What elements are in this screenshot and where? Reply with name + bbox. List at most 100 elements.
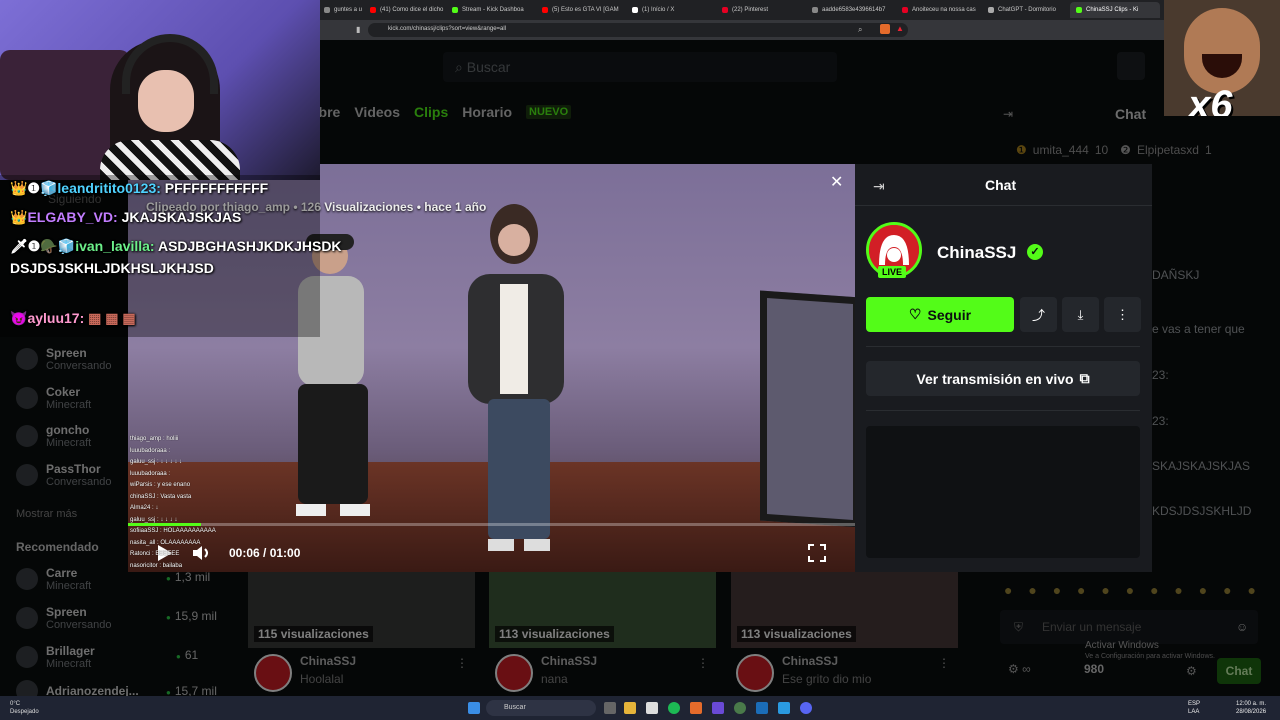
meme-overlay: x6 [1164,0,1280,116]
browser-tab[interactable]: (22) Pinterest [716,2,804,18]
share-button[interactable]: ⤴ [1020,297,1057,332]
video-progress-bar[interactable] [128,523,855,526]
tab-favicon-icon [722,7,728,13]
chat-text: PFFFFFFFFFFF [164,180,269,196]
store-icon[interactable] [646,702,658,714]
app-icon[interactable] [712,702,724,714]
more-button[interactable]: ⋮ [1104,297,1141,332]
app-icon[interactable] [778,702,790,714]
tab-label: Anoiteceu na nossa cas [912,7,976,13]
language-indicator[interactable]: ESP LAA [1188,700,1200,716]
close-icon[interactable]: ✕ [830,172,843,192]
watch-live-button[interactable]: Ver transmisión en vivo ⧉ [866,361,1140,396]
external-link-icon: ⧉ [1079,370,1090,386]
tab-label: (1) Início / X [642,7,675,13]
mini-chat-line: Alma24 : ↓ [130,505,159,511]
weather-temp: 0°C [10,701,21,707]
download-icon: ⤓ [1077,306,1084,322]
mini-chat-line: luuubadoraaa : [130,447,171,454]
browser-tab[interactable]: Stream - Kick Dashboa [446,2,534,18]
browser-tab[interactable]: aadde6583e4396614b7 [806,2,894,18]
meme-face [1184,8,1260,94]
overlay-chat-message: 😈ayluu17: ▦ ▦ ▦ [10,310,136,327]
meme-caption: x6 [1188,83,1233,116]
clock-time: 12:00 a. m. [1236,701,1267,707]
overlay-chat-message: 🗡❶🪖🧊ivan_lavilla: ASDJBGHASHJKDKJHSDK [10,238,342,255]
zoom-icon[interactable]: ⌕ [858,25,862,35]
more-options-icon: ⋮ [1116,306,1129,322]
chat-badges-icon: 👑 [10,209,28,225]
collapse-icon[interactable]: ⇥ [873,178,885,195]
browser-tab[interactable]: (5) Esto es GTA VI [GAM [536,2,624,18]
video-mirror [760,290,855,528]
browser-tab[interactable]: Anoiteceu na nossa cas [896,2,980,18]
tab-label: (5) Esto es GTA VI [GAM [552,7,619,13]
tab-label: (41) Como dice el dicho [380,7,444,13]
tab-favicon-icon [988,7,994,13]
chat-text: DSJDSJSKHLJDKHSLJKHJSD [10,260,214,276]
steam-icon[interactable] [756,702,768,714]
channel-name[interactable]: ChinaSSJ [937,243,1016,263]
volume-icon[interactable] [193,545,211,561]
heart-icon: ♡ [908,306,922,322]
streamer-shirt [100,140,240,180]
mini-chat-line: chinaSSJ : Vasta vasta [130,493,192,500]
url-input[interactable]: kick.com/chinassj/clips?sort=view&range=… [368,23,908,37]
taskbar-search[interactable]: Buscar [486,700,596,716]
tab-label: guntes a u [334,7,362,13]
tab-favicon-icon [324,7,330,13]
divider [866,410,1140,411]
task-view-icon[interactable] [604,702,616,714]
browser-tab[interactable]: guntes a u [318,2,362,18]
tab-label: Stream - Kick Dashboa [462,7,524,13]
mini-chat-line: sofiiaaSSJ : HOLAAAAAAAAAA [130,528,216,534]
tab-favicon-icon [370,7,376,13]
discord-icon[interactable] [800,702,812,714]
chat-username: ayluu17: [27,310,85,326]
video-person-right [468,204,564,551]
panel-title: Chat [985,177,1017,193]
rewards-icon[interactable]: ▲ [896,24,904,33]
tab-favicon-icon [452,7,458,13]
browser-tab[interactable]: (41) Como dice el dicho [364,2,444,18]
file-explorer-icon[interactable] [624,702,636,714]
progress-fill [128,523,201,526]
tab-favicon-icon [812,7,818,13]
browser-tab[interactable]: ChatGPT - Dormitorio [982,2,1068,18]
brave-shield-icon[interactable] [880,24,890,34]
headset [122,34,218,94]
brave-icon[interactable] [690,702,702,714]
follow-button[interactable]: ♡ Seguir [866,297,1014,332]
chat-username: ivan_lavilla: [75,238,155,254]
tab-favicon-icon [632,7,638,13]
obs-icon[interactable] [734,702,746,714]
chat-username: leandritito0123: [57,180,161,196]
chat-badges-icon: 😈 [10,310,28,326]
overlay-chat-message: 👑❶🧊leandritito0123: PFFFFFFFFFFF [10,180,268,197]
video-time: 00:06 / 01:00 [229,546,301,560]
divider [866,346,1140,347]
weather-widget[interactable]: 0°C Despejado [10,700,39,716]
windows-start-icon[interactable] [468,702,480,714]
share-icon: ⤴ [1031,308,1045,323]
bookmark-icon[interactable]: ▮ [356,25,360,34]
mini-chat-line: nasita_all : OLAAAAAAAA [130,539,201,546]
mini-chat-line: wiParsis : y ese enano [130,482,191,488]
tab-label: (22) Pinterest [732,7,769,13]
emote-icon: ▦ ▦ ▦ [88,310,136,326]
clip-chat-replay [866,426,1140,558]
mini-chat-line: luuubadoraaa : [130,470,171,477]
live-badge: LIVE [878,266,907,278]
lang-secondary: LAA [1188,709,1200,715]
browser-tab[interactable]: (1) Início / X [626,2,714,18]
overlay-chat-message: DSJDSJSKHLJDKHSLJKHJSD [10,260,214,276]
fullscreen-icon[interactable] [808,544,826,562]
tab-favicon-icon [1076,7,1082,13]
taskbar-clock[interactable]: 12:00 a. m. 28/08/2026 [1236,700,1266,716]
streamer-webcam [0,0,320,180]
browser-tab[interactable]: ChinaSSJ Clips - Ki [1070,2,1160,18]
mini-chat-line: Ratonci : EEEEEE [130,551,180,557]
download-button[interactable]: ⤓ [1062,297,1099,332]
tab-favicon-icon [542,7,548,13]
spotify-icon[interactable] [668,702,680,714]
